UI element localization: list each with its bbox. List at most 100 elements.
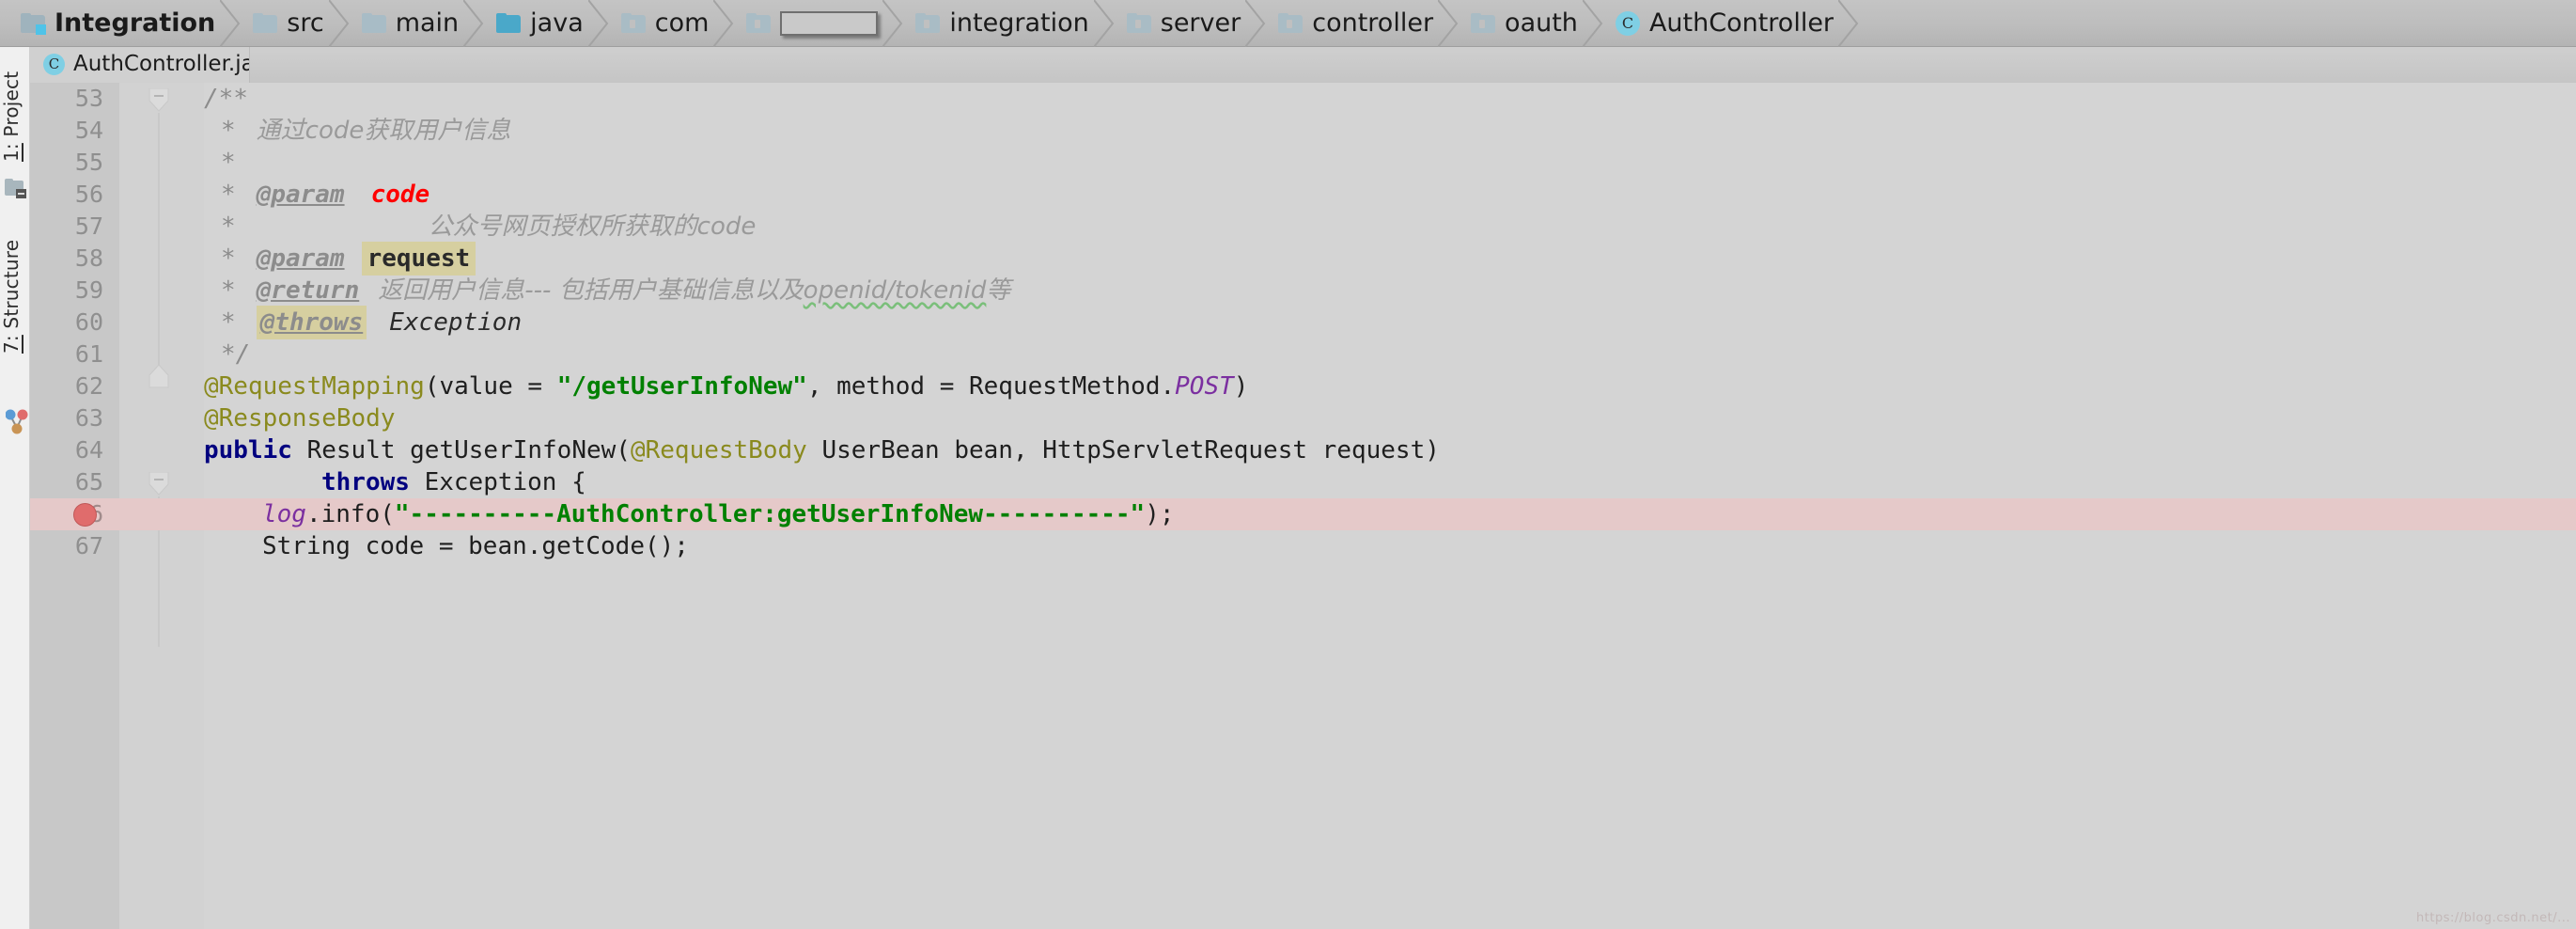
javadoc-star: *: [221, 181, 236, 209]
javadoc-text: 公众号网页授权所获取的code: [428, 213, 757, 241]
line-content: log.info("----------AuthController:getUs…: [204, 498, 1175, 530]
javadoc-star: *: [221, 213, 236, 241]
breadcrumb-item-controller[interactable]: controller: [1265, 0, 1459, 47]
editor-row[interactable]: 61 */: [30, 339, 2576, 370]
breadcrumb-item-redacted[interactable]: [733, 0, 903, 47]
breadcrumb-label: Integration: [55, 8, 216, 38]
editor-row-breakpoint[interactable]: 66 log.info("----------AuthController:ge…: [30, 498, 2576, 530]
line-content: String code = bean.getCode();: [204, 530, 689, 562]
line-content: * @throws Exception: [204, 306, 523, 339]
line-number: 63: [74, 404, 103, 432]
chevron-right-icon: [1438, 0, 1459, 47]
line-content: * @return 返回用户信息--- 包括用户基础信息以及openid/token…: [204, 275, 1010, 307]
field-token: log: [262, 500, 306, 528]
breadcrumb-item-oauth[interactable]: oauth: [1458, 0, 1603, 47]
line-content: public Result getUserInfoNew(@RequestBod…: [204, 434, 1440, 466]
project-button-number: 1:: [0, 143, 23, 163]
editor-row[interactable]: 57 * 公众号网页授权所获取的code: [30, 211, 2576, 243]
chevron-right-icon: [463, 0, 484, 47]
breadcrumb-item-java[interactable]: java: [483, 0, 609, 47]
javadoc-tag-param: @param: [256, 181, 345, 209]
editor-row[interactable]: 53 /**: [30, 83, 2576, 115]
javadoc-tag-param: @param: [256, 244, 345, 273]
sidebar-item-structure[interactable]: 7: Structure: [0, 226, 30, 367]
editor-row[interactable]: 59 * @return 返回用户信息--- 包括用户基础信息以及openid/to…: [30, 275, 2576, 307]
editor-row[interactable]: 60 * @throws Exception: [30, 306, 2576, 339]
folder-package-icon: [1126, 12, 1151, 34]
javadoc-text: 返回用户信息--- 包括用户基础信息以及: [378, 276, 804, 305]
breadcrumb-item-authcontroller[interactable]: C AuthController: [1602, 0, 1859, 47]
javadoc-tag-return: @return: [256, 276, 360, 305]
editor-row[interactable]: 56 * @param code: [30, 179, 2576, 211]
line-number: 59: [74, 276, 103, 304]
code-editor[interactable]: 53 /** 54 * 通过code获取用户信息 55 * 56 * @param c…: [30, 83, 2576, 929]
line-number: 54: [74, 117, 103, 144]
line-number: 58: [74, 244, 103, 272]
folder-source-icon: [496, 12, 522, 34]
folder-package-icon: [1278, 12, 1304, 34]
chevron-right-icon: [882, 0, 903, 47]
javadoc-star: *: [221, 244, 236, 273]
chevron-right-icon: [1582, 0, 1603, 47]
javadoc-param-name: request: [361, 242, 476, 276]
folder-icon: [253, 12, 278, 34]
editor-row[interactable]: 67 String code = bean.getCode();: [30, 530, 2576, 562]
code-token: );: [1145, 500, 1175, 528]
javadoc-star: *: [221, 149, 236, 177]
breadcrumb-item-integration-pkg[interactable]: integration: [902, 0, 1115, 47]
code-token: Result getUserInfoNew(: [291, 436, 631, 464]
class-icon: C: [1615, 10, 1640, 36]
javadoc-param-name: code: [370, 181, 430, 209]
project-folder-icon: [5, 179, 26, 198]
breadcrumb-label: oauth: [1505, 8, 1578, 38]
keyword-token: public: [204, 436, 292, 464]
breadcrumb-label: server: [1160, 8, 1241, 38]
line-content: */: [204, 339, 250, 370]
breadcrumb-label: AuthController: [1648, 8, 1834, 38]
breadcrumb-item-integration[interactable]: Integration: [8, 0, 241, 47]
line-content: * @param code: [204, 179, 429, 211]
project-button-label: Project: [0, 71, 23, 144]
editor-row[interactable]: 63 @ResponseBody: [30, 402, 2576, 434]
class-icon: C: [43, 53, 65, 75]
ide-window: Integration src main java com integratio…: [0, 0, 2576, 929]
editor-row[interactable]: 54 * 通过code获取用户信息: [30, 115, 2576, 147]
javadoc-token: */: [221, 340, 251, 369]
structure-button-number: 7:: [0, 334, 23, 354]
breakpoint-icon[interactable]: [73, 503, 97, 527]
chevron-right-icon: [328, 0, 350, 47]
folder-package-icon: [1471, 12, 1496, 34]
folder-module-icon: [21, 12, 46, 35]
watermark: https://blog.csdn.net/...: [2416, 911, 2570, 925]
sidebar-item-project[interactable]: 1: Project: [0, 60, 30, 173]
editor-row[interactable]: 65 throws Exception {: [30, 466, 2576, 498]
annotation-token: @RequestBody: [630, 436, 807, 464]
breadcrumb-item-com[interactable]: com: [608, 0, 734, 47]
breadcrumb-item-src[interactable]: src: [240, 0, 350, 47]
code-token: String code = bean.getCode();: [262, 532, 689, 560]
javadoc-text: 通过code获取用户信息: [256, 117, 511, 145]
line-content: * 公众号网页授权所获取的code: [204, 211, 756, 243]
editor-row[interactable]: 64 public Result getUserInfoNew(@Request…: [30, 434, 2576, 466]
code-token: .info(: [305, 500, 395, 528]
editor-row[interactable]: 55 *: [30, 147, 2576, 179]
line-content: @RequestMapping(value = "/getUserInfoNew…: [204, 370, 1248, 402]
editor-tab-bar: C AuthController.java ×: [30, 47, 2576, 83]
editor-row[interactable]: 62 @RequestMapping(value = "/getUserInfo…: [30, 370, 2576, 402]
editor-row[interactable]: 58 * @param request: [30, 242, 2576, 276]
javadoc-exception-type: Exception: [389, 308, 523, 337]
breadcrumb-label: com: [654, 8, 710, 38]
code-token: (value =: [424, 372, 557, 401]
line-content: throws Exception {: [204, 466, 586, 498]
breadcrumb-item-server[interactable]: server: [1114, 0, 1266, 47]
annotation-token: @RequestMapping: [204, 372, 425, 401]
line-number: 65: [74, 468, 103, 496]
line-number: 61: [74, 340, 103, 368]
chevron-right-icon: [1093, 0, 1115, 47]
tab-bar-empty-area: [249, 47, 2576, 83]
breadcrumb-item-main[interactable]: main: [349, 0, 484, 47]
code-token: Exception {: [409, 468, 586, 496]
folder-package-icon: [915, 12, 941, 34]
javadoc-star: *: [221, 308, 236, 337]
chevron-right-icon: [220, 0, 241, 47]
